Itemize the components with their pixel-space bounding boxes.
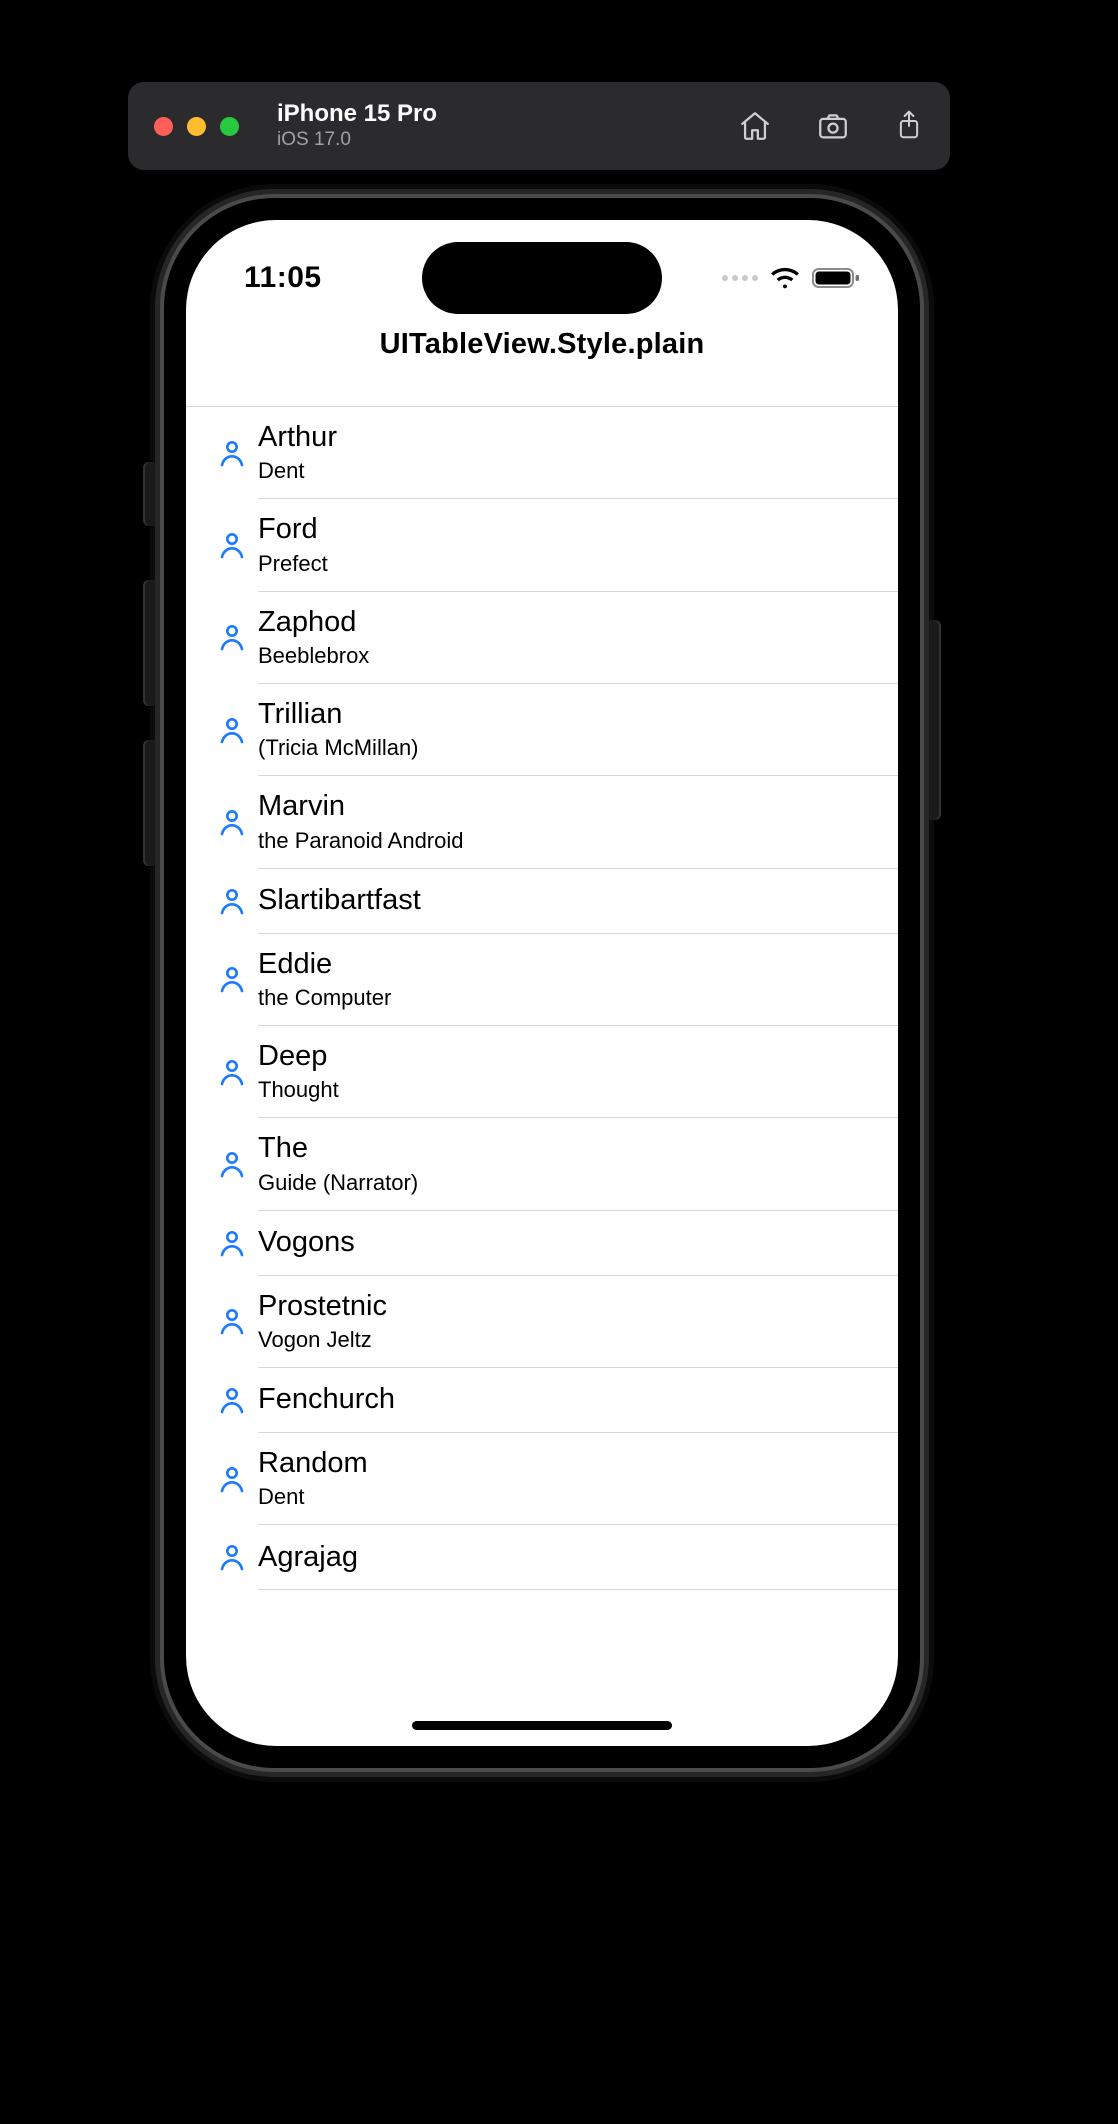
person-icon <box>206 885 258 917</box>
contacts-table[interactable]: Arthur Dent Ford Prefect Zaphod Beeblebr… <box>186 406 898 1590</box>
battery-icon <box>812 267 860 289</box>
table-row[interactable]: Fenchurch <box>186 1368 898 1432</box>
row-text: Zaphod Beeblebrox <box>258 606 369 669</box>
home-indicator[interactable] <box>412 1721 672 1730</box>
window-minimize-button[interactable] <box>187 117 206 136</box>
screenshot-icon[interactable] <box>816 109 850 143</box>
table-row[interactable]: Trillian (Tricia McMillan) <box>186 684 898 775</box>
row-title: Deep <box>258 1040 339 1073</box>
table-row[interactable]: Arthur Dent <box>186 407 898 498</box>
table-row[interactable]: Prostetnic Vogon Jeltz <box>186 1276 898 1367</box>
simulator-window-titlebar[interactable]: iPhone 15 Pro iOS 17.0 <box>128 82 950 170</box>
status-time: 11:05 <box>244 261 322 295</box>
table-row[interactable]: Marvin the Paranoid Android <box>186 776 898 867</box>
row-title: Ford <box>258 513 328 546</box>
person-icon <box>206 437 258 469</box>
device-silent-switch[interactable] <box>143 462 155 526</box>
person-icon <box>206 1541 258 1573</box>
window-traffic-lights <box>154 117 239 136</box>
row-subtitle: Dent <box>258 458 337 484</box>
simulator-toolbar <box>738 109 924 143</box>
table-row[interactable]: Ford Prefect <box>186 499 898 590</box>
simulator-device-name: iPhone 15 Pro <box>277 101 738 127</box>
row-subtitle: Guide (Narrator) <box>258 1170 418 1196</box>
share-icon[interactable] <box>894 109 924 143</box>
person-icon <box>206 1305 258 1337</box>
cellular-dots-icon <box>722 275 758 281</box>
row-title: Vogons <box>258 1226 355 1259</box>
row-subtitle: Vogon Jeltz <box>258 1327 387 1353</box>
row-title: Zaphod <box>258 606 369 639</box>
row-text: Slartibartfast <box>258 884 421 917</box>
table-row[interactable]: Random Dent <box>186 1433 898 1524</box>
table-row[interactable]: Zaphod Beeblebrox <box>186 592 898 683</box>
row-title: Prostetnic <box>258 1290 387 1323</box>
table-row[interactable]: Vogons <box>186 1211 898 1275</box>
dynamic-island <box>422 242 662 314</box>
row-title: The <box>258 1132 418 1165</box>
simulator-os-version: iOS 17.0 <box>277 129 738 151</box>
row-subtitle: Dent <box>258 1484 368 1510</box>
person-icon <box>206 621 258 653</box>
table-row[interactable]: Eddie the Computer <box>186 934 898 1025</box>
person-icon <box>206 529 258 561</box>
row-title: Eddie <box>258 948 391 981</box>
row-text: Fenchurch <box>258 1383 395 1416</box>
person-icon <box>206 806 258 838</box>
row-subtitle: the Computer <box>258 985 391 1011</box>
navigation-bar: UITableView.Style.plain <box>186 328 898 406</box>
row-subtitle: Beeblebrox <box>258 643 369 669</box>
person-icon <box>206 963 258 995</box>
iphone-device-frame: 11:05 <box>164 198 920 1768</box>
window-zoom-button[interactable] <box>220 117 239 136</box>
row-title: Marvin <box>258 790 464 823</box>
row-title: Trillian <box>258 698 419 731</box>
row-subtitle: the Paranoid Android <box>258 828 464 854</box>
table-row[interactable]: Agrajag <box>186 1525 898 1589</box>
row-subtitle: (Tricia McMillan) <box>258 735 419 761</box>
row-subtitle: Thought <box>258 1077 339 1103</box>
nav-title: UITableView.Style.plain <box>380 328 705 361</box>
simulator-title-block: iPhone 15 Pro iOS 17.0 <box>277 101 738 151</box>
status-right-cluster <box>722 267 860 289</box>
person-icon <box>206 1056 258 1088</box>
row-title: Agrajag <box>258 1541 358 1574</box>
person-icon <box>206 1384 258 1416</box>
person-icon <box>206 1463 258 1495</box>
home-icon[interactable] <box>738 109 772 143</box>
row-text: Trillian (Tricia McMillan) <box>258 698 419 761</box>
row-text: Arthur Dent <box>258 421 337 484</box>
device-volume-down-button[interactable] <box>143 740 155 866</box>
row-text: Ford Prefect <box>258 513 328 576</box>
person-icon <box>206 714 258 746</box>
row-text: The Guide (Narrator) <box>258 1132 418 1195</box>
person-icon <box>206 1148 258 1180</box>
row-title: Slartibartfast <box>258 884 421 917</box>
device-volume-up-button[interactable] <box>143 580 155 706</box>
table-row[interactable]: Slartibartfast <box>186 869 898 933</box>
wifi-icon <box>770 267 800 289</box>
table-row[interactable]: Deep Thought <box>186 1026 898 1117</box>
table-row[interactable]: The Guide (Narrator) <box>186 1118 898 1209</box>
row-title: Arthur <box>258 421 337 454</box>
row-text: Deep Thought <box>258 1040 339 1103</box>
row-text: Random Dent <box>258 1447 368 1510</box>
row-title: Random <box>258 1447 368 1480</box>
row-separator <box>258 1589 898 1590</box>
row-subtitle: Prefect <box>258 551 328 577</box>
row-text: Agrajag <box>258 1541 358 1574</box>
row-text: Prostetnic Vogon Jeltz <box>258 1290 387 1353</box>
row-text: Vogons <box>258 1226 355 1259</box>
row-text: Marvin the Paranoid Android <box>258 790 464 853</box>
device-side-button[interactable] <box>929 620 941 820</box>
row-text: Eddie the Computer <box>258 948 391 1011</box>
device-screen: 11:05 <box>186 220 898 1746</box>
row-title: Fenchurch <box>258 1383 395 1416</box>
person-icon <box>206 1227 258 1259</box>
window-close-button[interactable] <box>154 117 173 136</box>
